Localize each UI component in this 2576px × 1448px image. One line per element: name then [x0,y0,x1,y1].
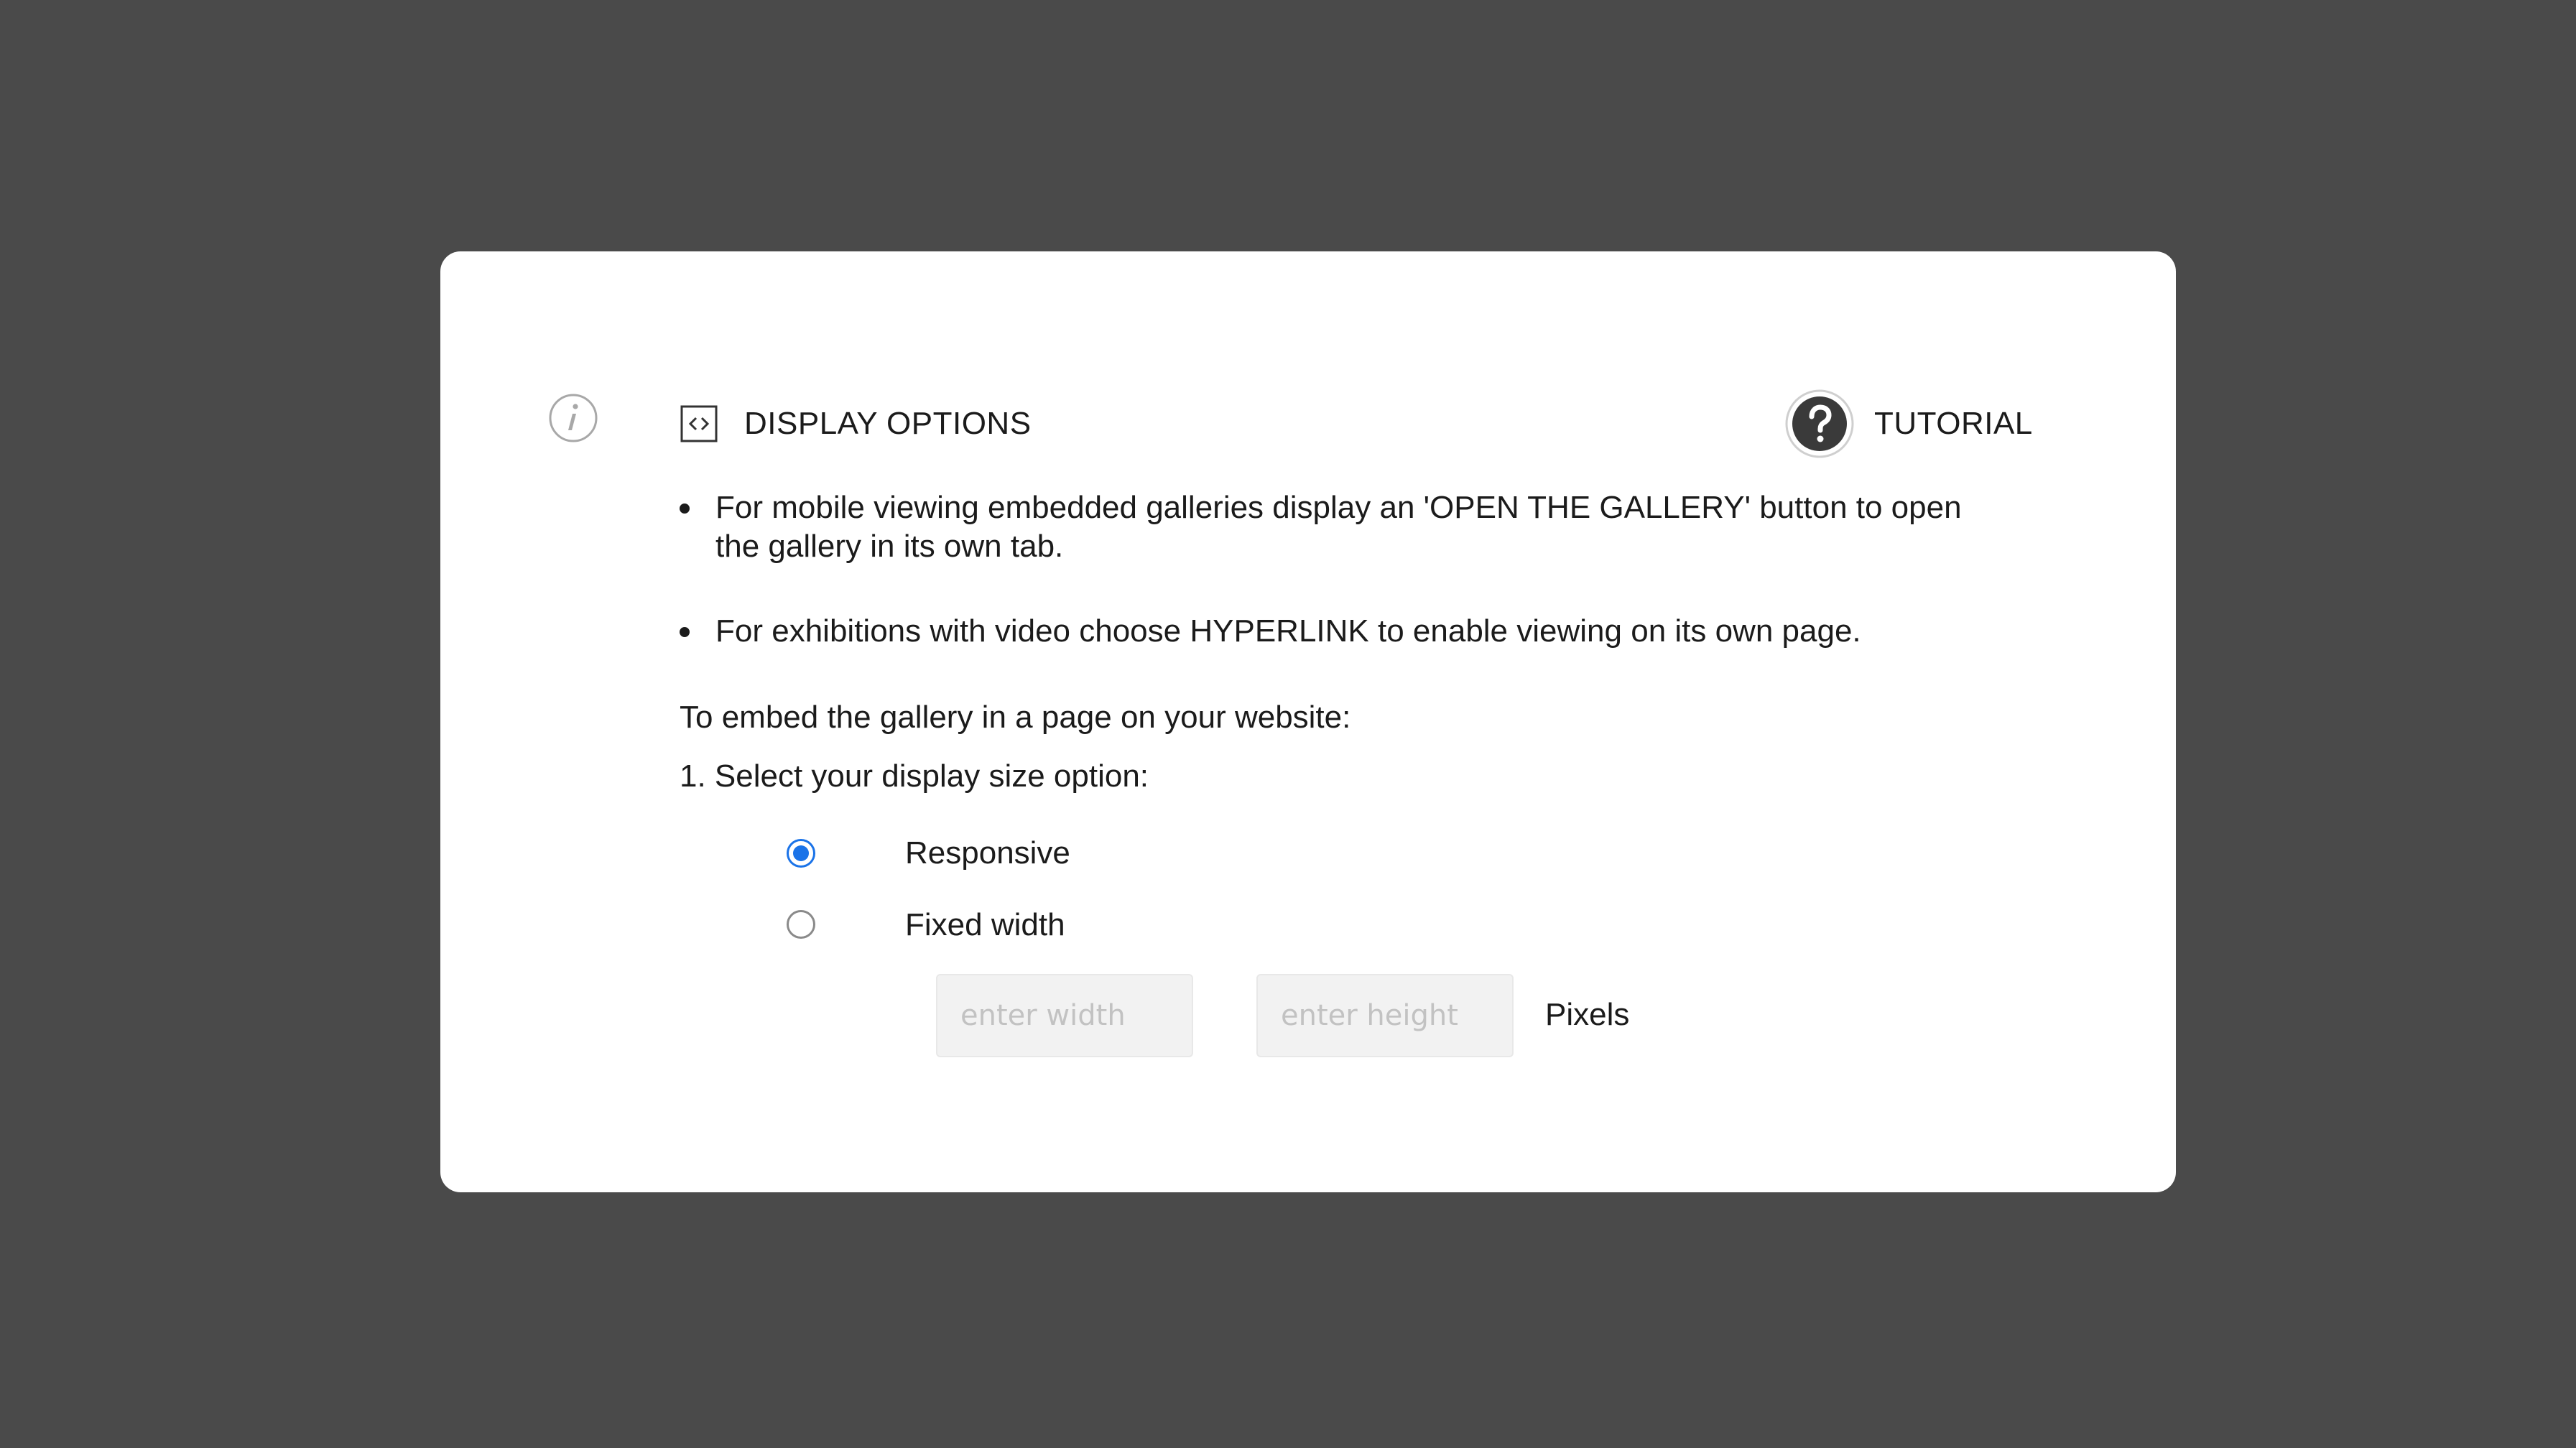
responsive-label[interactable]: Responsive [905,834,1070,873]
list-item: For exhibitions with video choose HYPERL… [680,612,1973,651]
fixed-width-radio[interactable] [787,910,815,939]
code-brackets-icon [680,405,718,442]
pixels-unit-label: Pixels [1545,997,1630,1032]
display-options-dialog: DISPLAY OPTIONS TUTORIAL For mobile view… [440,251,2176,1192]
bullet-dot [680,503,690,514]
note-text: For mobile viewing embedded galleries di… [715,490,1962,564]
width-input[interactable] [936,974,1193,1057]
fixed-width-label[interactable]: Fixed width [905,906,1065,945]
note-text: For exhibitions with video choose HYPERL… [715,613,1861,649]
list-item: For mobile viewing embedded galleries di… [680,488,1973,566]
height-input[interactable] [1256,974,1514,1057]
step-1-label: 1. Select your display size option: [680,758,1149,794]
responsive-radio[interactable] [787,839,815,868]
embed-intro-text: To embed the gallery in a page on your w… [680,700,1351,735]
notes-list: For mobile viewing embedded galleries di… [680,488,1973,651]
question-mark-icon[interactable] [1785,389,1854,458]
info-icon [549,394,598,442]
bullet-dot [680,627,690,637]
section-title: DISPLAY OPTIONS [744,406,1032,441]
tutorial-link[interactable]: TUTORIAL [1874,402,2033,445]
